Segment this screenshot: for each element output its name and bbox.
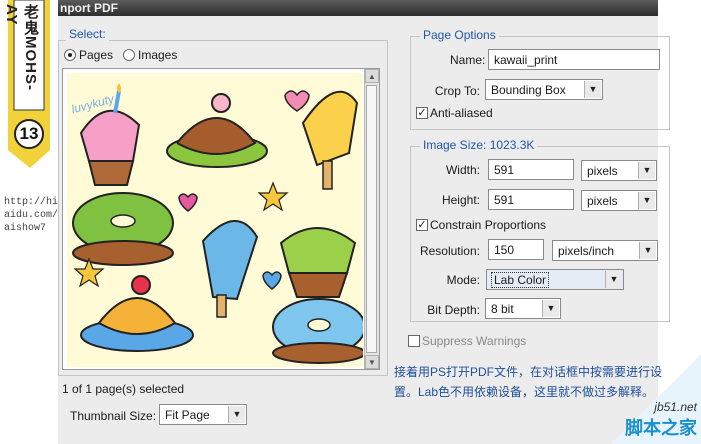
constrain-proportions-label: Constrain Proportions [430,218,547,232]
constrain-proportions-checkbox[interactable]: ✓ Constrain Proportions [416,218,546,232]
chevron-down-icon: ▼ [638,162,655,179]
resolution-input[interactable]: 150 [488,239,544,260]
name-input[interactable]: kawaii_print [488,49,660,70]
width-label: Width: [445,163,480,177]
tutorial-tag: 老鬼MOHS-AY 13 [0,0,58,170]
anti-aliased-checkbox[interactable]: ✓ Anti-aliased [416,106,493,120]
radio-pages-dot[interactable] [64,49,76,61]
thumbnail-scrollbar[interactable]: ▲ ▼ [364,69,379,369]
chevron-down-icon: ▼ [584,81,601,98]
chevron-down-icon: ▼ [605,271,622,288]
radio-images-dot[interactable] [123,49,135,61]
chevron-down-icon: ▼ [638,192,655,209]
resolution-label: Resolution: [419,244,480,258]
pages-selected-status: 1 of 1 page(s) selected [62,382,185,396]
radio-pages-label: Pages [79,48,114,62]
constrain-check-icon[interactable]: ✓ [416,219,428,231]
chevron-down-icon: ▼ [542,300,559,317]
width-unit-value: pixels [587,164,618,178]
width-unit-select[interactable]: pixels ▼ [581,160,657,181]
height-unit-select[interactable]: pixels ▼ [581,190,657,211]
thumbnail-size-label: Thumbnail Size: [70,409,157,423]
bit-depth-label: Bit Depth: [427,303,480,317]
resolution-unit-value: pixels/inch [558,244,615,258]
site-watermark: jb51.net 脚本之家 [625,400,697,440]
height-input[interactable]: 591 [488,189,574,210]
resolution-unit-select[interactable]: pixels/inch ▼ [552,240,658,261]
bit-depth-select[interactable]: 8 bit ▼ [485,298,561,319]
mode-select[interactable]: Lab Color ▼ [486,269,624,290]
scroll-down-arrow-icon[interactable]: ▼ [365,355,379,369]
page-thumbnail-list[interactable]: luvykuty ▲ ▼ [62,68,380,370]
page-thumbnail[interactable]: luvykuty [67,73,363,367]
chevron-down-icon: ▼ [639,242,656,259]
name-label: Name: [450,53,486,67]
dialog-title: nport PDF [60,1,118,15]
suppress-warnings-box[interactable] [408,335,420,347]
radio-pages[interactable]: Pages [64,48,113,62]
select-group-label: Select: [66,27,109,41]
chevron-down-icon: ▼ [228,406,245,423]
crop-to-label: Crop To: [434,84,480,98]
mode-value: Lab Color [490,272,550,288]
suppress-warnings-label: Suppress Warnings [422,334,527,348]
kawaii-sweets-illustration [72,83,363,364]
image-size-label: Image Size: 1023.3K [420,138,538,152]
tutorial-step-number: 13 [19,124,39,143]
crop-to-select[interactable]: Bounding Box ▼ [485,79,603,100]
bit-depth-value: 8 bit [491,302,514,316]
mode-label: Mode: [446,273,480,287]
crop-to-value: Bounding Box [491,83,566,97]
dialog-titlebar: nport PDF [58,0,658,16]
thumbnail-size-select[interactable]: Fit Page ▼ [159,404,247,425]
scroll-thumb[interactable] [366,85,377,353]
watermark-domain: jb51.net [654,400,697,414]
radio-images-label: Images [138,48,178,62]
anti-aliased-label: Anti-aliased [430,106,493,120]
height-label: Height: [441,193,480,207]
thumbnail-size-value: Fit Page [165,408,210,422]
suppress-warnings-checkbox[interactable]: Suppress Warnings [408,334,526,348]
scroll-up-arrow-icon[interactable]: ▲ [365,69,379,83]
anti-aliased-check-icon[interactable]: ✓ [416,107,428,119]
watermark-name: 脚本之家 [625,418,697,438]
tutorial-tag-text: 老鬼MOHS-AY [3,4,39,91]
width-input[interactable]: 591 [488,159,574,180]
height-unit-value: pixels [587,194,618,208]
radio-images[interactable]: Images [123,48,177,62]
page-options-label: Page Options [420,28,499,42]
